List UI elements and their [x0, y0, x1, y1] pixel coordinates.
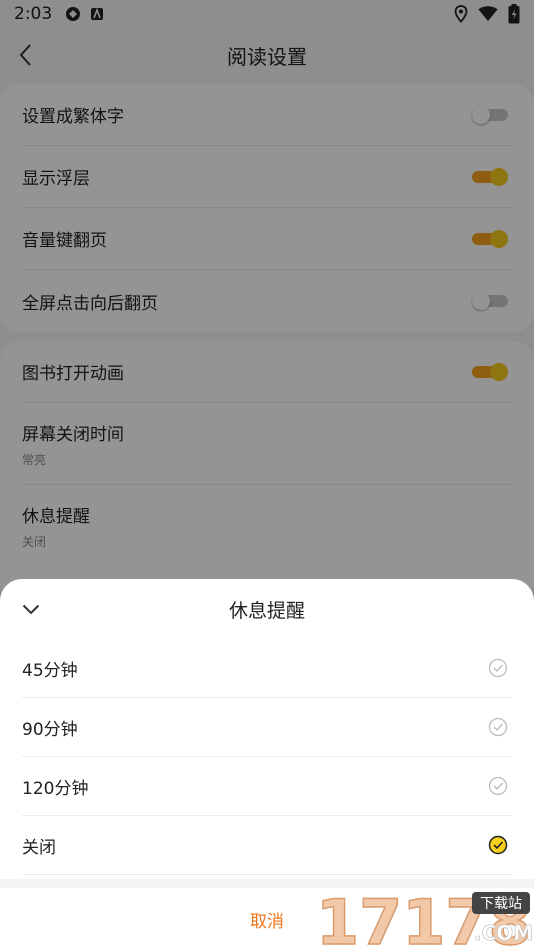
- option-90-min[interactable]: 90分钟: [22, 698, 512, 757]
- site-watermark-logo: 17178 下载站 .COM: [315, 888, 533, 950]
- unchecked-circle-icon: [488, 658, 508, 678]
- option-off[interactable]: 关闭: [22, 816, 512, 875]
- watermark-domain: .COM: [474, 921, 533, 945]
- unchecked-circle-icon: [488, 717, 508, 737]
- checked-circle-icon: [488, 835, 508, 855]
- option-label: 120分钟: [22, 778, 89, 799]
- option-label: 90分钟: [22, 719, 78, 740]
- sheet-divider: [0, 879, 534, 888]
- option-45-min[interactable]: 45分钟: [22, 639, 512, 698]
- sheet-header: 休息提醒: [0, 579, 534, 639]
- option-label: 45分钟: [22, 660, 78, 681]
- collapse-sheet-button[interactable]: [18, 596, 44, 622]
- watermark-tag: 下载站: [480, 896, 522, 912]
- sheet-title: 休息提醒: [228, 599, 305, 622]
- option-120-min[interactable]: 120分钟: [22, 757, 512, 816]
- cancel-label: 取消: [250, 911, 284, 932]
- unchecked-circle-icon: [488, 776, 508, 796]
- chevron-down-icon: [22, 604, 40, 614]
- option-label: 关闭: [22, 837, 56, 858]
